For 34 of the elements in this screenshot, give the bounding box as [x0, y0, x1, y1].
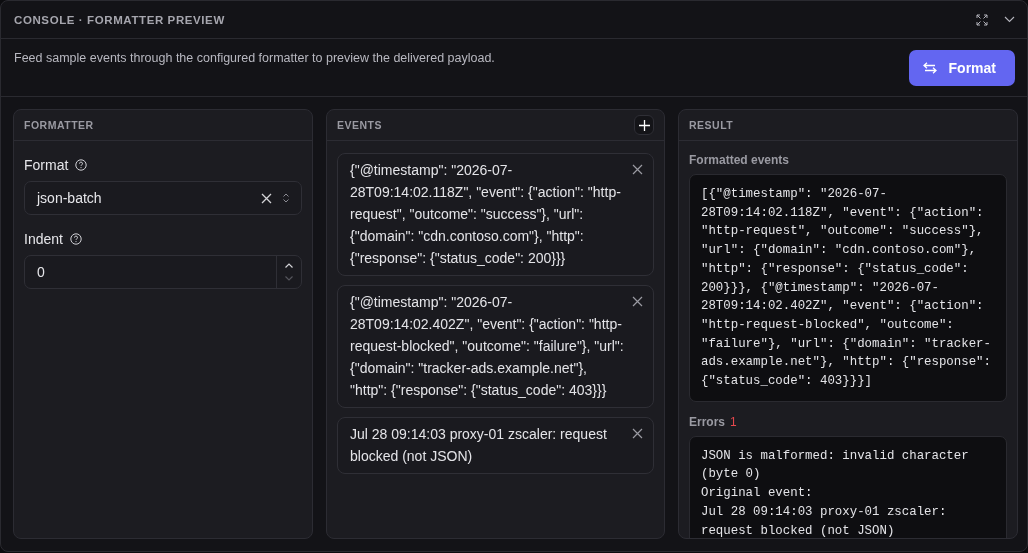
close-icon	[632, 428, 643, 439]
field-label: Format	[24, 157, 69, 173]
increment-icon[interactable]	[284, 262, 294, 269]
panel-title: EVENTS	[337, 119, 382, 131]
event-text: Jul 28 09:14:03 proxy-01 zscaler: request blocked (not JSON)	[350, 425, 608, 466]
swap-arrows-icon	[922, 62, 937, 74]
formatted-output: [{"@timestamp": "2026-07-28T09:14:02.118Z", "event": {"action": "http-request", "outcome": "success"}, "url": {"domain": "cdn.contoso.com"}, "http": {"response": {"status_code": 200}}}, {"@timestamp": "2026-07-28T09:14:02.402Z", "event": {"action": "http-request-blocked", "outcome": "failure"}, "url": {"domain": "tracker-ads.example.net"}, "http": {"response": {"status_code": 403}}}]	[689, 174, 1007, 402]
clear-icon[interactable]	[261, 192, 272, 204]
field-label: Indent	[24, 231, 63, 247]
remove-event-button[interactable]	[632, 428, 643, 439]
help-icon	[69, 233, 82, 245]
indent-input[interactable]: 0	[24, 255, 302, 289]
panel-title: FORMATTER	[24, 119, 94, 131]
close-icon	[632, 164, 643, 175]
error-count: 1	[730, 414, 737, 429]
error-output: JSON is malformed: invalid character (byte 0) Original event: Jul 28 09:14:03 proxy-01 zscaler: request blocked (not JSON)	[689, 435, 1007, 538]
description-text: Feed sample events through the configured formatter to preview the delivered payload.	[14, 51, 495, 65]
event-text: {"@timestamp": "2026-07-28T09:14:02.402Z", "event": {"action": "http-request-blocked", "outcome": "failure"}, "url": {"domain": "tracker-ads.example.net"}, "http": {"response": {"status_code": 403}}}	[350, 293, 624, 400]
help-icon	[75, 159, 88, 171]
chevron-icon	[282, 192, 290, 204]
plus-icon	[638, 119, 650, 131]
format-select[interactable]: json-batch	[24, 181, 302, 215]
window-title: CONSOLE · FORMATTER PREVIEW	[14, 13, 225, 26]
remove-event-button[interactable]	[632, 296, 643, 307]
format-button[interactable]: Format	[908, 50, 1015, 86]
expand-icon[interactable]	[976, 13, 988, 26]
section-label: Errors	[689, 414, 726, 429]
event-text: {"@timestamp": "2026-07-28T09:14:02.118Z", "event": {"action": "http-request", "outcome": "success"}, "url": {"domain": "cdn.contoso.com"}, "http": {"response": {"status_code": 200}}}	[350, 161, 622, 268]
remove-event-button[interactable]	[632, 164, 643, 175]
close-icon	[632, 296, 643, 307]
section-label: Formatted events	[689, 153, 791, 167]
chevron-down-icon[interactable]	[1004, 16, 1015, 23]
panel-title: RESULT	[689, 119, 734, 131]
add-event-button[interactable]	[634, 115, 654, 135]
